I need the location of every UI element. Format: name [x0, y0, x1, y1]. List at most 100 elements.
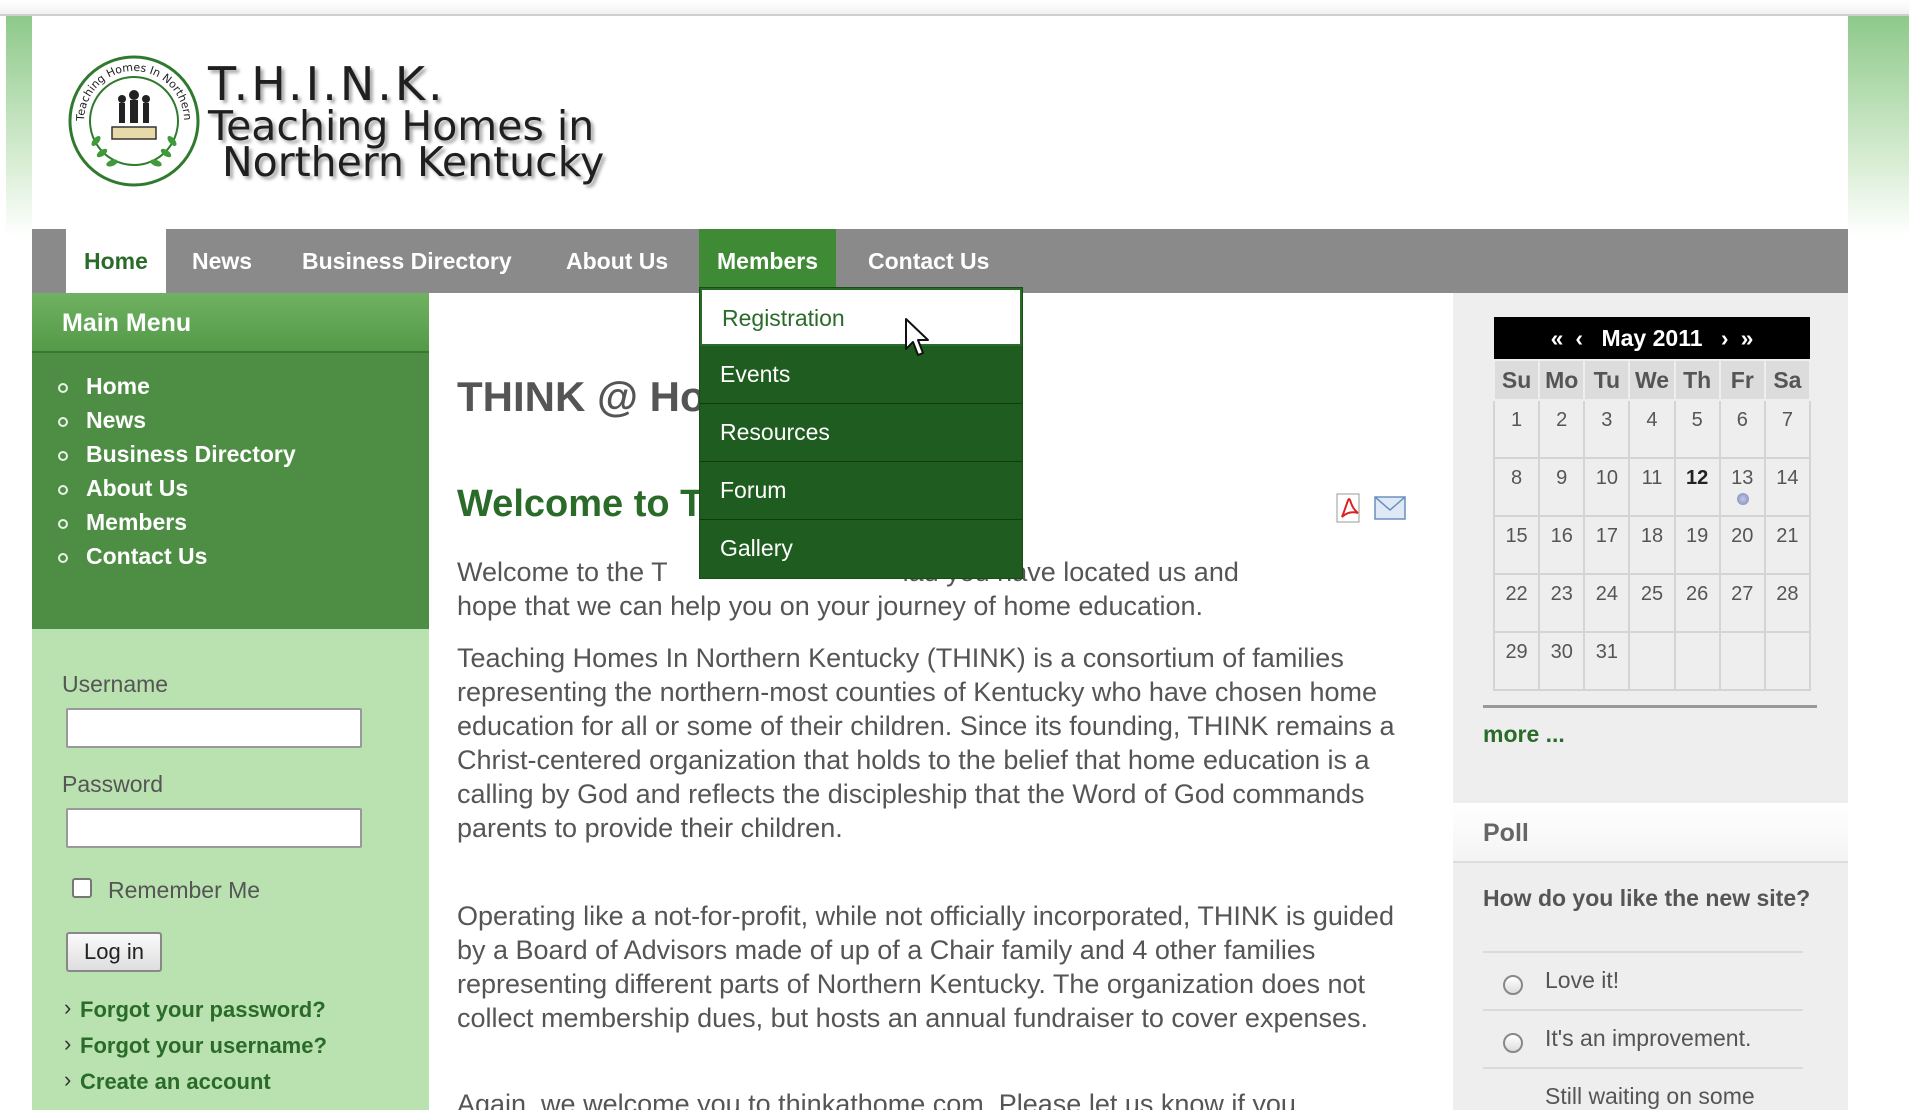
main-menu-item-business-directory[interactable]: Business Directory: [32, 437, 429, 471]
main-menu-title: Main Menu: [32, 293, 429, 353]
mouse-cursor-icon: [905, 318, 929, 356]
calendar-day[interactable]: 23: [1538, 573, 1586, 633]
dropdown-item-registration[interactable]: Registration: [700, 288, 1022, 346]
calendar-day[interactable]: 30: [1538, 631, 1586, 691]
calendar-day[interactable]: 7: [1763, 399, 1812, 459]
main-menu-item-home[interactable]: Home: [32, 369, 429, 403]
browser-top-edge: [0, 0, 1909, 16]
main-menu-panel: Main Menu Home News Business Directory A…: [32, 293, 429, 629]
poll-option-radio[interactable]: [1503, 1033, 1523, 1053]
calendar-day[interactable]: 16: [1538, 515, 1586, 575]
calendar-more-link[interactable]: more ...: [1483, 721, 1565, 748]
calendar-header: «‹ May 2011 ›»: [1494, 317, 1810, 360]
paragraph-3: Operating like a not-for-profit, while n…: [457, 901, 1394, 1033]
calendar-day[interactable]: 25: [1628, 573, 1676, 633]
calendar-next-year[interactable]: »: [1735, 325, 1760, 351]
login-panel: Username Password Remember Me Log in For…: [32, 629, 429, 1110]
dropdown-item-gallery[interactable]: Gallery: [700, 520, 1022, 578]
calendar-divider: [1483, 705, 1817, 708]
main-menu-list: Home News Business Directory About Us Me…: [32, 353, 429, 573]
calendar-day[interactable]: 6: [1718, 399, 1766, 459]
event-dot-icon[interactable]: [1736, 493, 1749, 505]
poll-option-label: It's an improvement.: [1545, 1025, 1752, 1051]
login-button[interactable]: Log in: [66, 932, 162, 972]
calendar-day[interactable]: 15: [1492, 515, 1541, 575]
poll-option-label: Love it!: [1545, 967, 1620, 993]
pdf-icon[interactable]: [1334, 493, 1364, 523]
calendar-day-empty: [1628, 631, 1676, 691]
calendar-day[interactable]: 26: [1673, 573, 1721, 633]
calendar-day-empty: [1673, 631, 1721, 691]
calendar-day[interactable]: 14: [1763, 457, 1812, 517]
calendar-day[interactable]: 9: [1538, 457, 1586, 517]
forgot-username-link[interactable]: Forgot your username?: [64, 1031, 327, 1059]
dropdown-item-resources[interactable]: Resources: [700, 404, 1022, 462]
poll-question: How do you like the new site?: [1483, 885, 1811, 911]
calendar-day[interactable]: 5: [1673, 399, 1721, 459]
calendar-month-label: May 2011: [1601, 325, 1703, 351]
site-logo-text[interactable]: T.H.I.N.K. Teaching Homes in Northern Ke…: [208, 60, 604, 183]
calendar-day[interactable]: 22: [1492, 573, 1541, 633]
calendar-day[interactable]: 18: [1628, 515, 1676, 575]
calendar: «‹ May 2011 ›» Su Mo Tu We Th Fr Sa 1 2 …: [1492, 317, 1812, 691]
nav-contact-us[interactable]: Contact Us: [850, 229, 1007, 293]
calendar-day[interactable]: 1: [1492, 399, 1541, 459]
calendar-day[interactable]: 8: [1492, 457, 1541, 517]
calendar-day[interactable]: 4: [1628, 399, 1676, 459]
nav-news[interactable]: News: [174, 229, 270, 293]
calendar-day[interactable]: 31: [1583, 631, 1631, 691]
password-label: Password: [62, 771, 163, 797]
weekday-label: Su: [1492, 359, 1541, 401]
calendar-day-today[interactable]: 12: [1673, 457, 1721, 517]
paragraph-2: Teaching Homes In Northern Kentucky (THI…: [457, 643, 1395, 843]
main-menu-item-news[interactable]: News: [32, 403, 429, 437]
calendar-day[interactable]: 11: [1628, 457, 1676, 517]
paragraph-4: Again, we welcome you to thinkathome.com…: [457, 1089, 1296, 1110]
page-title: THINK @ Ho: [457, 373, 706, 420]
calendar-day[interactable]: 29: [1492, 631, 1541, 691]
weekday-label: Th: [1673, 359, 1721, 401]
username-input[interactable]: [66, 708, 362, 748]
main-menu-item-members[interactable]: Members: [32, 505, 429, 539]
create-account-link[interactable]: Create an account: [64, 1067, 271, 1095]
calendar-day[interactable]: 20: [1718, 515, 1766, 575]
page-edge-left: [6, 16, 32, 236]
calendar-day[interactable]: 24: [1583, 573, 1631, 633]
nav-members[interactable]: Members: [699, 229, 836, 293]
remember-me-label: Remember Me: [108, 877, 261, 903]
calendar-day[interactable]: 2: [1538, 399, 1586, 459]
calendar-day-empty: [1763, 631, 1812, 691]
dropdown-item-events[interactable]: Events: [700, 346, 1022, 404]
remember-me-checkbox[interactable]: [72, 878, 92, 898]
members-dropdown: Registration Events Resources Forum Gall…: [699, 287, 1023, 579]
dropdown-item-forum[interactable]: Forum: [700, 462, 1022, 520]
poll-option[interactable]: It's an improvement.: [1483, 1009, 1803, 1067]
article-title[interactable]: Welcome to T: [457, 483, 703, 526]
main-menu-item-about-us[interactable]: About Us: [32, 471, 429, 505]
calendar-day[interactable]: 10: [1583, 457, 1631, 517]
main-menu-item-contact-us[interactable]: Contact Us: [32, 539, 429, 573]
nav-business-directory[interactable]: Business Directory: [284, 229, 530, 293]
page-edge-right: [1848, 16, 1909, 236]
calendar-day-with-event[interactable]: 13: [1718, 457, 1766, 517]
calendar-prev-year[interactable]: «: [1545, 325, 1570, 351]
poll-option-radio[interactable]: [1503, 975, 1523, 995]
nav-home[interactable]: Home: [66, 229, 166, 293]
calendar-day[interactable]: 19: [1673, 515, 1721, 575]
poll-option[interactable]: Still waiting on some: [1483, 1067, 1803, 1110]
logo-seal-icon[interactable]: Teaching Homes In Northern Kentucky: [66, 53, 202, 189]
calendar-day[interactable]: 28: [1763, 573, 1812, 633]
calendar-day[interactable]: 27: [1718, 573, 1766, 633]
email-icon[interactable]: [1374, 496, 1406, 520]
password-input[interactable]: [66, 808, 362, 848]
calendar-prev-month[interactable]: ‹: [1569, 325, 1589, 351]
poll-option[interactable]: Love it!: [1483, 951, 1803, 1009]
weekday-label: Mo: [1538, 359, 1586, 401]
calendar-day[interactable]: 17: [1583, 515, 1631, 575]
calendar-day[interactable]: 21: [1763, 515, 1812, 575]
forgot-password-link[interactable]: Forgot your password?: [64, 995, 326, 1023]
nav-about-us[interactable]: About Us: [548, 229, 686, 293]
calendar-day[interactable]: 3: [1583, 399, 1631, 459]
site-header: Teaching Homes In Northern Kentucky T.H.…: [32, 16, 1848, 229]
calendar-next-month[interactable]: ›: [1715, 325, 1735, 351]
